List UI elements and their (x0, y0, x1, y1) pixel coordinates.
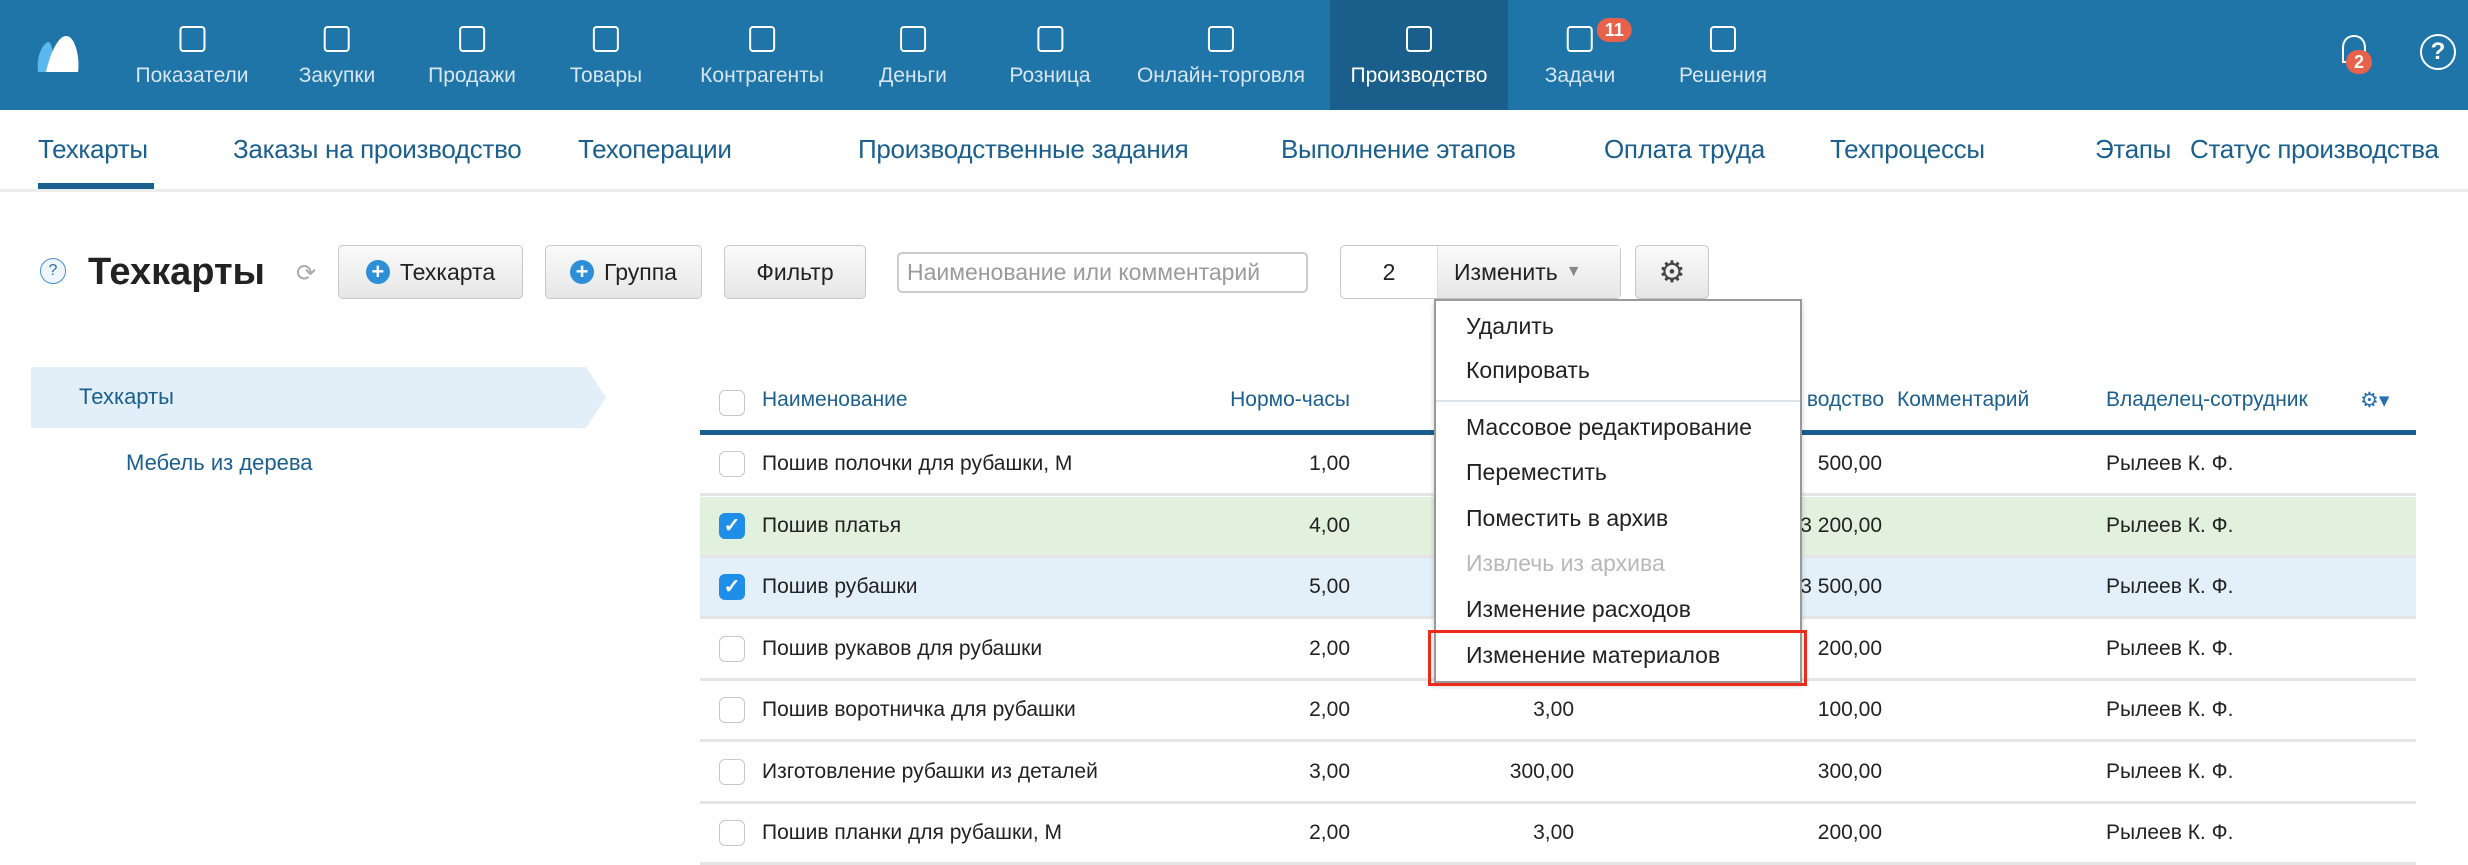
menu-item-2[interactable]: Массовое редактирование (1466, 414, 1752, 441)
menu-item-6[interactable]: Изменение расходов (1466, 596, 1691, 623)
table-row[interactable]: Изготовление рубашки из деталей 3,00 300,0… (700, 743, 2416, 804)
cell-hours: 1,00 (1309, 452, 1350, 475)
header-owner[interactable]: Владелец-сотрудник (2106, 388, 2308, 412)
cell-hours: 4,00 (1309, 513, 1350, 537)
menu-item-4[interactable]: Поместить в архив (1466, 505, 1668, 532)
menu-item-3[interactable]: Переместить (1466, 459, 1607, 486)
highlight-box (1428, 630, 1807, 686)
change-dropdown-menu: Удалить Копировать Массовое редактирование… (1434, 299, 1802, 683)
table-row[interactable]: Пошив планки для рубашки, М 2,00 3,00 200,0… (700, 804, 2416, 865)
cell-hours: 3,00 (1309, 759, 1350, 783)
cell-owner: Рылеев К. Ф. (2106, 759, 2234, 783)
row-checkbox[interactable] (719, 635, 745, 662)
column-settings-icon[interactable]: ⚙▾ (2360, 388, 2389, 413)
header-hours[interactable]: Нормо-часы (1150, 388, 1350, 412)
menu-item-1[interactable]: Копировать (1466, 357, 1590, 384)
row-checkbox[interactable] (719, 451, 745, 477)
cell-name: Пошив воротничка для рубашки (762, 698, 1076, 721)
cell-name: Пошив платья (762, 513, 902, 537)
cell-hours: 2,00 (1309, 698, 1350, 721)
row-checkbox[interactable]: ✓ (719, 574, 745, 600)
cell-name: Пошив полочки для рубашки, М (762, 452, 1073, 475)
cell-hours: 2,00 (1309, 821, 1350, 844)
cell-production: 100,00 (1817, 698, 1882, 721)
cell-owner: Рылеев К. Ф. (2106, 575, 2234, 598)
row-checkbox[interactable] (719, 758, 745, 785)
cell-owner: Рылеев К. Ф. (2106, 636, 2234, 660)
select-all-checkbox[interactable] (719, 390, 745, 416)
cell-col3: 3,00 (1533, 698, 1574, 721)
cell-owner: Рылеев К. Ф. (2106, 513, 2234, 537)
menu-item-0[interactable]: Удалить (1466, 313, 1554, 340)
row-checkbox[interactable]: ✓ (719, 512, 745, 539)
techcards-table: Наименование Нормо-часы водство Коммента… (0, 0, 2468, 865)
cell-hours: 2,00 (1309, 636, 1350, 660)
cell-col3: 3,00 (1533, 821, 1574, 844)
cell-name: Изготовление рубашки из деталей (762, 759, 1098, 783)
menu-item-5: Извлечь из архива (1466, 550, 1665, 576)
cell-owner: Рылеев К. Ф. (2106, 698, 2234, 721)
cell-production: 200,00 (1817, 821, 1882, 844)
cell-owner: Рылеев К. Ф. (2106, 821, 2234, 844)
header-name[interactable]: Наименование (762, 388, 908, 412)
header-comment[interactable]: Комментарий (1897, 388, 2029, 412)
cell-owner: Рылеев К. Ф. (2106, 452, 2234, 475)
cell-col3: 300,00 (1509, 759, 1574, 783)
cell-name: Пошив рубашки (762, 575, 918, 598)
cell-name: Пошив планки для рубашки, М (762, 821, 1063, 844)
cell-production: 300,00 (1817, 759, 1882, 783)
row-checkbox[interactable] (719, 697, 745, 723)
table-row[interactable]: Пошив воротничка для рубашки 2,00 3,00 100,… (700, 681, 2416, 742)
row-checkbox[interactable] (719, 820, 745, 846)
cell-hours: 5,00 (1309, 575, 1350, 598)
cell-name: Пошив рукавов для рубашки (762, 636, 1043, 660)
menu-divider (1436, 400, 1800, 402)
